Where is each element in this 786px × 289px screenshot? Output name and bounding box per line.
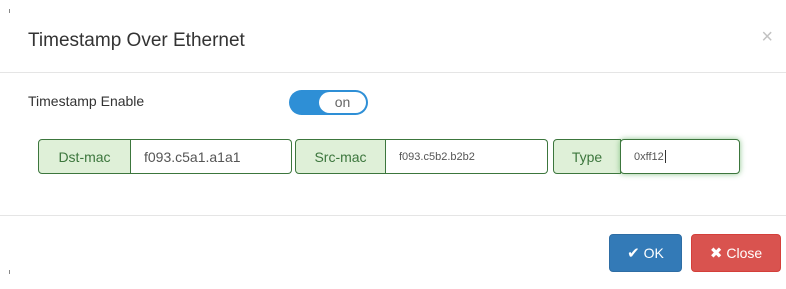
modal-footer-divider [0, 215, 786, 216]
close-button[interactable]: ✖ Close [691, 234, 781, 272]
type-group: Type 0xff12 [553, 139, 740, 174]
type-label: Type [553, 139, 621, 174]
text-caret [664, 150, 666, 163]
timestamp-enable-label: Timestamp Enable [28, 93, 145, 109]
dst-mac-group: Dst-mac f093.c5a1.a1a1 [38, 139, 292, 174]
src-mac-input[interactable]: f093.c5b2.b2b2 [386, 139, 548, 174]
close-label: Close [726, 245, 763, 261]
dst-mac-label: Dst-mac [38, 139, 131, 174]
timestamp-enable-toggle[interactable]: on [289, 90, 368, 115]
corner-mark [9, 270, 10, 274]
type-input[interactable]: 0xff12 [620, 139, 740, 174]
src-mac-value: f093.c5b2.b2b2 [399, 150, 475, 163]
modal-header: Timestamp Over Ethernet × [0, 0, 786, 73]
x-icon: ✖ [709, 245, 723, 262]
ok-button[interactable]: ✔ OK [609, 234, 682, 272]
type-value: 0xff12 [634, 150, 664, 163]
src-mac-label: Src-mac [295, 139, 386, 174]
close-icon[interactable]: × [761, 27, 773, 47]
dst-mac-value: f093.c5a1.a1a1 [144, 148, 241, 165]
src-mac-group: Src-mac f093.c5b2.b2b2 [295, 139, 548, 174]
check-icon: ✔ [627, 245, 640, 262]
ok-label: OK [643, 245, 664, 261]
dialog-title: Timestamp Over Ethernet [28, 30, 245, 51]
dst-mac-input[interactable]: f093.c5a1.a1a1 [131, 139, 292, 174]
toggle-label: on [319, 92, 366, 113]
